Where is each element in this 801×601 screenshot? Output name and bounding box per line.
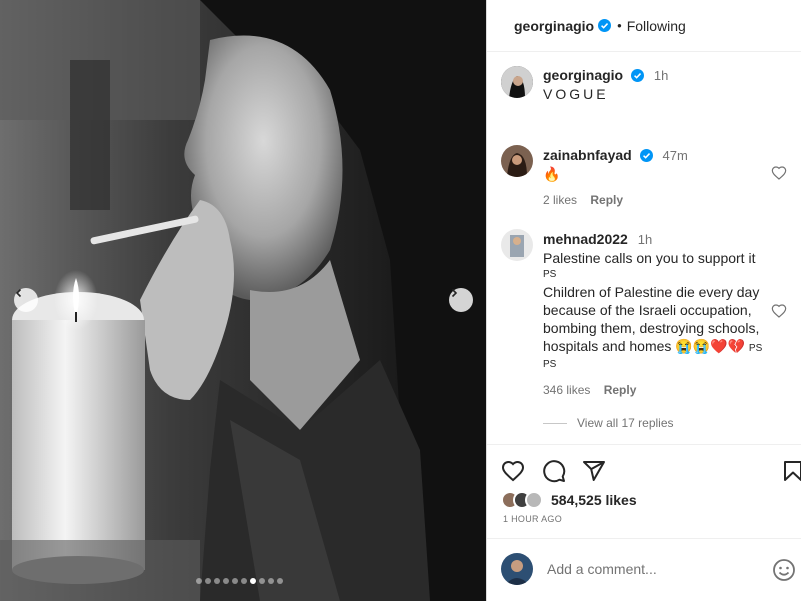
carousel-dot: [268, 578, 274, 584]
comment-time: 47m: [662, 148, 688, 163]
post-details-panel: georginagio • Following georginagio 1h V…: [487, 0, 801, 601]
carousel-dot: [232, 578, 238, 584]
separator-bullet: •: [617, 18, 622, 33]
comment-body-text: Children of Palestine die every day beca…: [543, 284, 760, 354]
caption-text: VOGUE: [543, 86, 609, 102]
carousel-dot: [277, 578, 283, 584]
caption-avatar[interactable]: [501, 66, 533, 98]
previous-slide-button[interactable]: [14, 288, 38, 312]
avatar-image: [501, 66, 533, 98]
comment: mehnad2022 1h Palestine calls on you to …: [543, 230, 771, 399]
chevron-left-icon: [15, 288, 22, 298]
comment-ps: PS: [543, 359, 557, 370]
carousel-dot: [196, 578, 202, 584]
avatar-image: [501, 145, 533, 177]
post-image[interactable]: [0, 0, 487, 601]
next-slide-button[interactable]: [449, 288, 473, 312]
comment-divider: [487, 538, 801, 539]
reply-button[interactable]: Reply: [590, 193, 623, 207]
avatar-image: [501, 553, 533, 585]
liker-avatar: [525, 491, 543, 509]
comment-ps-inline: PS: [748, 343, 763, 354]
comment-text: 🔥: [543, 166, 561, 182]
comment-meta: 2 likes Reply: [543, 191, 763, 209]
view-replies-button[interactable]: View all 17 replies: [543, 416, 674, 430]
avatar-image: [501, 229, 533, 261]
replies-line: [543, 422, 567, 424]
comment-text-line: Palestine calls on you to support it: [543, 250, 756, 266]
likes-count[interactable]: 584,525 likes: [551, 492, 637, 508]
bookmark-icon[interactable]: [781, 459, 801, 483]
likes-summary[interactable]: 584,525 likes: [501, 491, 637, 509]
verified-badge-icon: [598, 19, 612, 32]
caption-username[interactable]: georginagio: [543, 67, 623, 83]
carousel-indicator: [196, 578, 283, 584]
like-comment-heart-icon[interactable]: [771, 165, 787, 181]
carousel-dot: [205, 578, 211, 584]
comment-time: 1h: [637, 232, 653, 247]
view-replies-label: View all 17 replies: [577, 416, 674, 430]
add-comment-input[interactable]: Add a comment...: [547, 561, 657, 577]
comment-likes[interactable]: 2 likes: [543, 193, 577, 207]
following-button[interactable]: Following: [627, 18, 686, 34]
heart-icon[interactable]: [501, 459, 525, 483]
comment-body: Children of Palestine die every day beca…: [543, 283, 771, 357]
share-icon[interactable]: [582, 459, 606, 483]
caption-time: 1h: [653, 68, 669, 83]
comment-icon[interactable]: [542, 459, 566, 483]
comment-ps: PS: [543, 269, 557, 280]
reply-button[interactable]: Reply: [604, 383, 637, 397]
comment-avatar[interactable]: [501, 145, 533, 177]
verified-badge-icon: [639, 149, 653, 162]
carousel-dot: [241, 578, 247, 584]
photo-illustration: [0, 0, 487, 601]
comment-username[interactable]: zainabnfayad: [543, 147, 632, 163]
comment-username[interactable]: mehnad2022: [543, 231, 628, 247]
carousel-dot-active: [250, 578, 256, 584]
like-comment-heart-icon[interactable]: [771, 303, 787, 319]
header-username[interactable]: georginagio: [514, 18, 594, 34]
verified-badge-icon: [631, 69, 645, 82]
caption: georginagio 1h VOGUE: [543, 66, 668, 103]
emoji-icon[interactable]: [772, 558, 796, 582]
comment-avatar[interactable]: [501, 229, 533, 261]
carousel-dot: [259, 578, 265, 584]
post-header: georginagio • Following: [487, 0, 801, 52]
post-timestamp: 1 HOUR AGO: [503, 514, 563, 524]
carousel-dot: [223, 578, 229, 584]
user-avatar: [501, 553, 533, 585]
actions-divider: [487, 444, 801, 445]
chevron-right-icon: [451, 288, 458, 298]
comment: zainabnfayad 47m 🔥 2 likes Reply: [543, 146, 763, 209]
comment-likes[interactable]: 346 likes: [543, 383, 590, 397]
comment-meta: 346 likes Reply: [543, 381, 771, 399]
carousel-dot: [214, 578, 220, 584]
